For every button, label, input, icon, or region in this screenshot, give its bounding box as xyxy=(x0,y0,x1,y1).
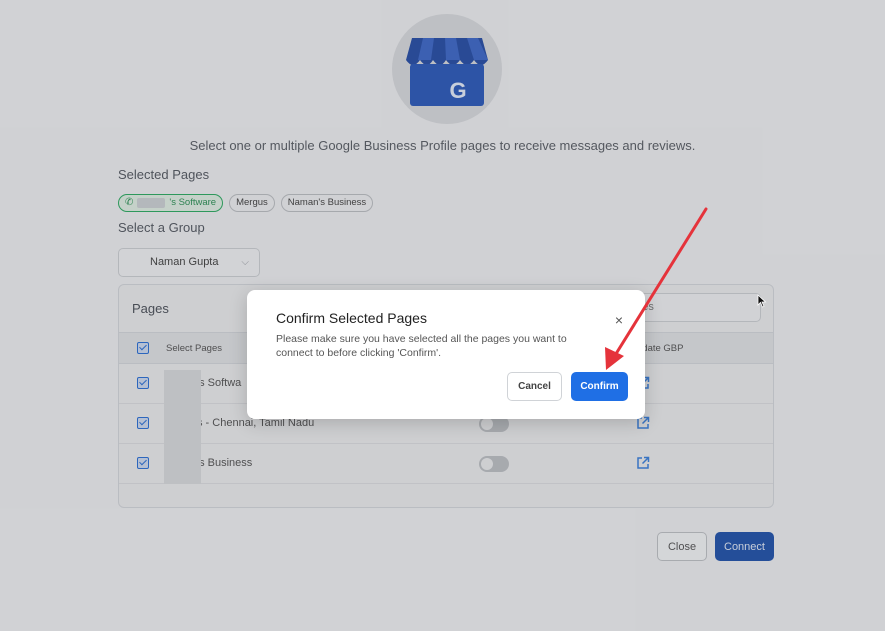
dialog-title: Confirm Selected Pages xyxy=(276,310,427,326)
cancel-button[interactable]: Cancel xyxy=(507,372,562,401)
confirm-dialog: Confirm Selected Pages × Please make sur… xyxy=(247,290,645,419)
mouse-cursor-icon xyxy=(757,294,767,308)
confirm-button[interactable]: Confirm xyxy=(571,372,628,401)
close-icon[interactable]: × xyxy=(615,312,623,328)
dialog-message: Please make sure you have selected all t… xyxy=(276,333,567,359)
